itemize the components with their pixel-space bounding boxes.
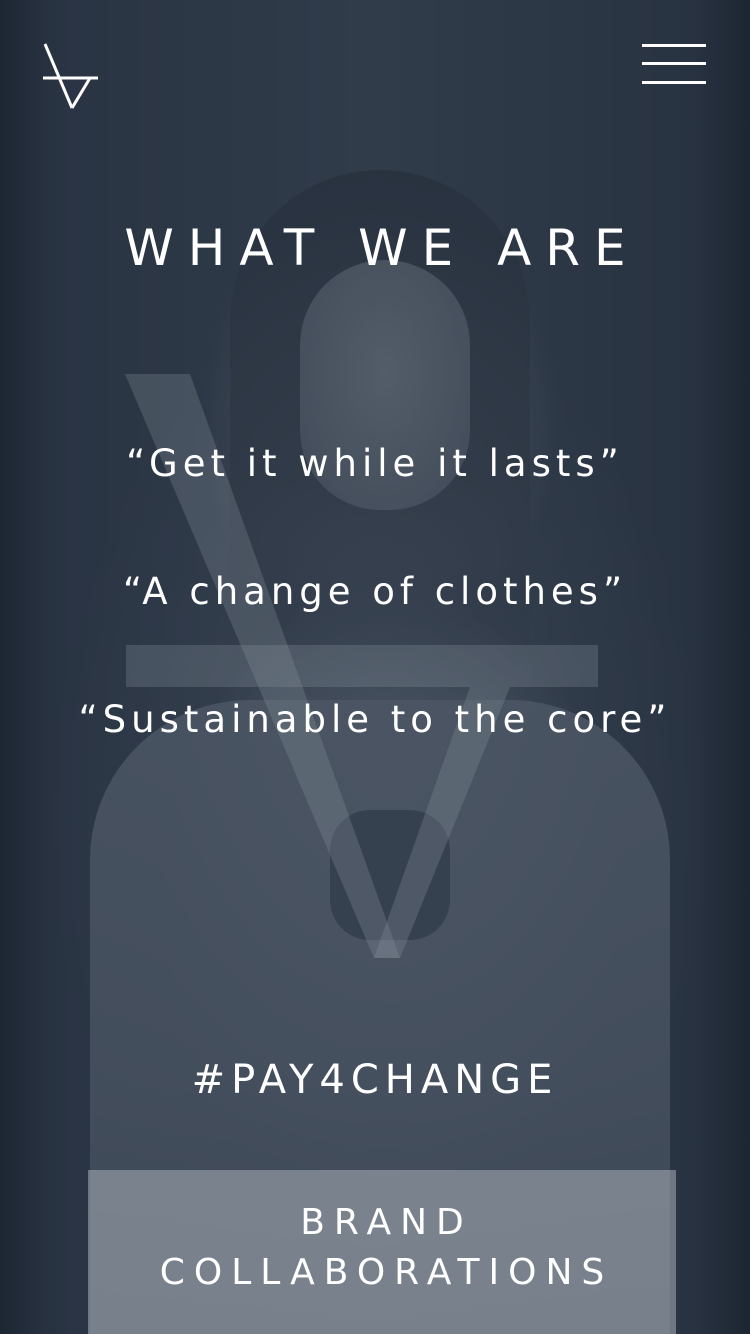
page-title: WHAT WE ARE: [124, 219, 640, 277]
hashtag-text: #PAY4CHANGE: [191, 1057, 559, 1103]
cta-label-line-2: COLLABORATIONS: [159, 1252, 614, 1293]
menu-bar-top: [642, 44, 706, 47]
quote-3: “Sustainable to the core”: [78, 698, 672, 741]
cta-label-line-1: BRAND: [300, 1202, 473, 1243]
menu-bar-middle: [642, 62, 706, 65]
monogram-watermark-icon: [125, 374, 598, 958]
brand-monogram-icon[interactable]: [42, 42, 100, 112]
quote-1: “Get it while it lasts”: [126, 442, 624, 485]
brand-collaborations-button[interactable]: BRAND COLLABORATIONS: [88, 1170, 676, 1334]
page: WHAT WE ARE “Get it while it lasts” “A c…: [0, 0, 750, 1334]
quote-2: “A change of clothes”: [122, 570, 628, 613]
hamburger-menu-icon[interactable]: [642, 44, 706, 84]
menu-bar-bottom: [642, 81, 706, 84]
